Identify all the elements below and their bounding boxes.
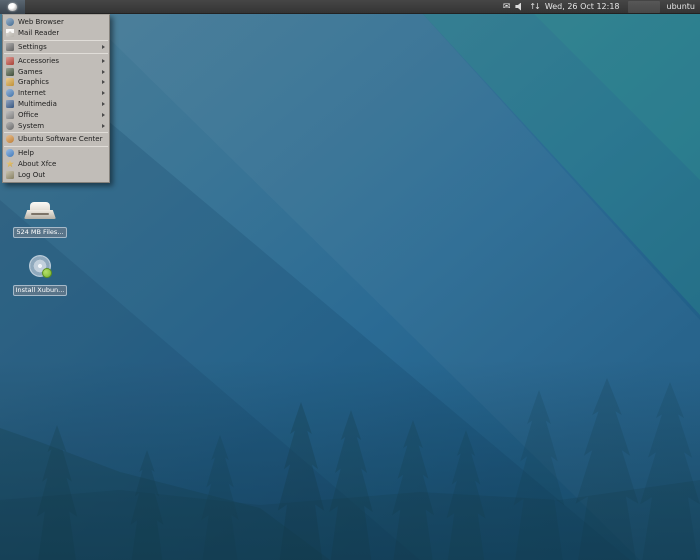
desktop-icon-label: Install Xubun...	[12, 284, 68, 296]
network-updown-icon[interactable]: ↑↓	[529, 2, 540, 11]
menu-item-internet[interactable]: Internet	[3, 88, 109, 99]
menu-item-label: About Xfce	[18, 159, 57, 168]
menu-separator	[4, 131, 108, 133]
menu-item-label: Log Out	[18, 170, 46, 179]
drive-base-shape	[24, 210, 56, 219]
submenu-arrow-icon	[102, 58, 105, 63]
menu-item-label: Settings	[18, 42, 47, 51]
menu-item-label: Games	[18, 67, 43, 76]
games-icon	[6, 67, 14, 76]
submenu-arrow-icon	[102, 101, 105, 106]
accessories-icon	[6, 56, 14, 65]
menu-item-label: Mail Reader	[18, 29, 60, 38]
top-panel: ✉ ↑↓ Wed, 26 Oct 12:18 ubuntu	[0, 0, 700, 14]
menu-separator	[4, 145, 108, 147]
desktop-icon-524mb-files[interactable]: 524 MB Files...	[8, 197, 72, 238]
multimedia-icon	[6, 99, 14, 108]
menu-item-label: Internet	[18, 89, 46, 98]
menu-item-help[interactable]: Help	[3, 148, 109, 159]
menu-item-settings[interactable]: Settings	[3, 42, 109, 53]
menu-separator	[4, 53, 108, 55]
settings-icon	[6, 42, 14, 51]
menu-item-label: Graphics	[18, 78, 49, 87]
menu-item-label: System	[18, 121, 45, 130]
applications-menu: Web Browser Mail Reader Settings Accessorie…	[2, 14, 110, 184]
menu-item-multimedia[interactable]: Multimedia	[3, 99, 109, 110]
removable-drive-icon	[8, 197, 72, 219]
menu-item-label: Ubuntu Software Center	[18, 135, 103, 144]
applications-menu-button[interactable]	[0, 0, 25, 14]
username-label[interactable]: ubuntu	[667, 2, 696, 11]
menu-item-ubuntu-software-center[interactable]: Ubuntu Software Center	[3, 134, 109, 145]
menu-item-system[interactable]: System	[3, 120, 109, 131]
menu-item-log-out[interactable]: Log Out	[3, 169, 109, 180]
log-out-icon	[6, 170, 14, 179]
about-xfce-icon	[6, 159, 14, 168]
menu-item-games[interactable]: Games	[3, 66, 109, 77]
submenu-arrow-icon	[102, 44, 105, 49]
system-icon	[6, 121, 14, 130]
menu-item-accessories[interactable]: Accessories	[3, 55, 109, 66]
volume-icon[interactable]	[515, 2, 522, 11]
software-center-icon	[6, 135, 14, 144]
mail-reader-icon	[6, 29, 14, 38]
mail-indicator-icon[interactable]: ✉	[503, 0, 511, 14]
desktop-icon-install-xubuntu[interactable]: Install Xubun...	[8, 255, 72, 296]
system-tray: ✉ ↑↓ Wed, 26 Oct 12:18 ubuntu	[503, 0, 700, 14]
menu-item-label: Multimedia	[18, 99, 57, 108]
office-icon	[6, 110, 14, 119]
clock[interactable]: Wed, 26 Oct 12:18	[545, 2, 620, 11]
submenu-arrow-icon	[102, 112, 105, 117]
submenu-arrow-icon	[102, 69, 105, 74]
internet-icon	[6, 89, 14, 98]
cdrom-icon	[29, 255, 52, 278]
menu-item-about-xfce[interactable]: About Xfce	[3, 159, 109, 170]
submenu-arrow-icon	[102, 123, 105, 128]
menu-item-label: Office	[18, 110, 39, 119]
session-indicator[interactable]	[627, 0, 660, 13]
menu-item-label: Help	[18, 149, 34, 158]
menu-item-label: Web Browser	[18, 18, 64, 27]
menu-item-web-browser[interactable]: Web Browser	[3, 17, 109, 28]
menu-item-mail-reader[interactable]: Mail Reader	[3, 28, 109, 39]
submenu-arrow-icon	[102, 91, 105, 96]
xfce-mouse-icon	[8, 2, 17, 11]
web-browser-icon	[6, 18, 14, 27]
help-icon	[6, 149, 14, 158]
desktop-icon-label: 524 MB Files...	[13, 226, 67, 238]
submenu-arrow-icon	[102, 80, 105, 85]
menu-item-label: Accessories	[18, 56, 60, 65]
menu-item-graphics[interactable]: Graphics	[3, 77, 109, 88]
menu-item-office[interactable]: Office	[3, 109, 109, 120]
graphics-icon	[6, 78, 14, 87]
menu-separator	[4, 39, 108, 41]
